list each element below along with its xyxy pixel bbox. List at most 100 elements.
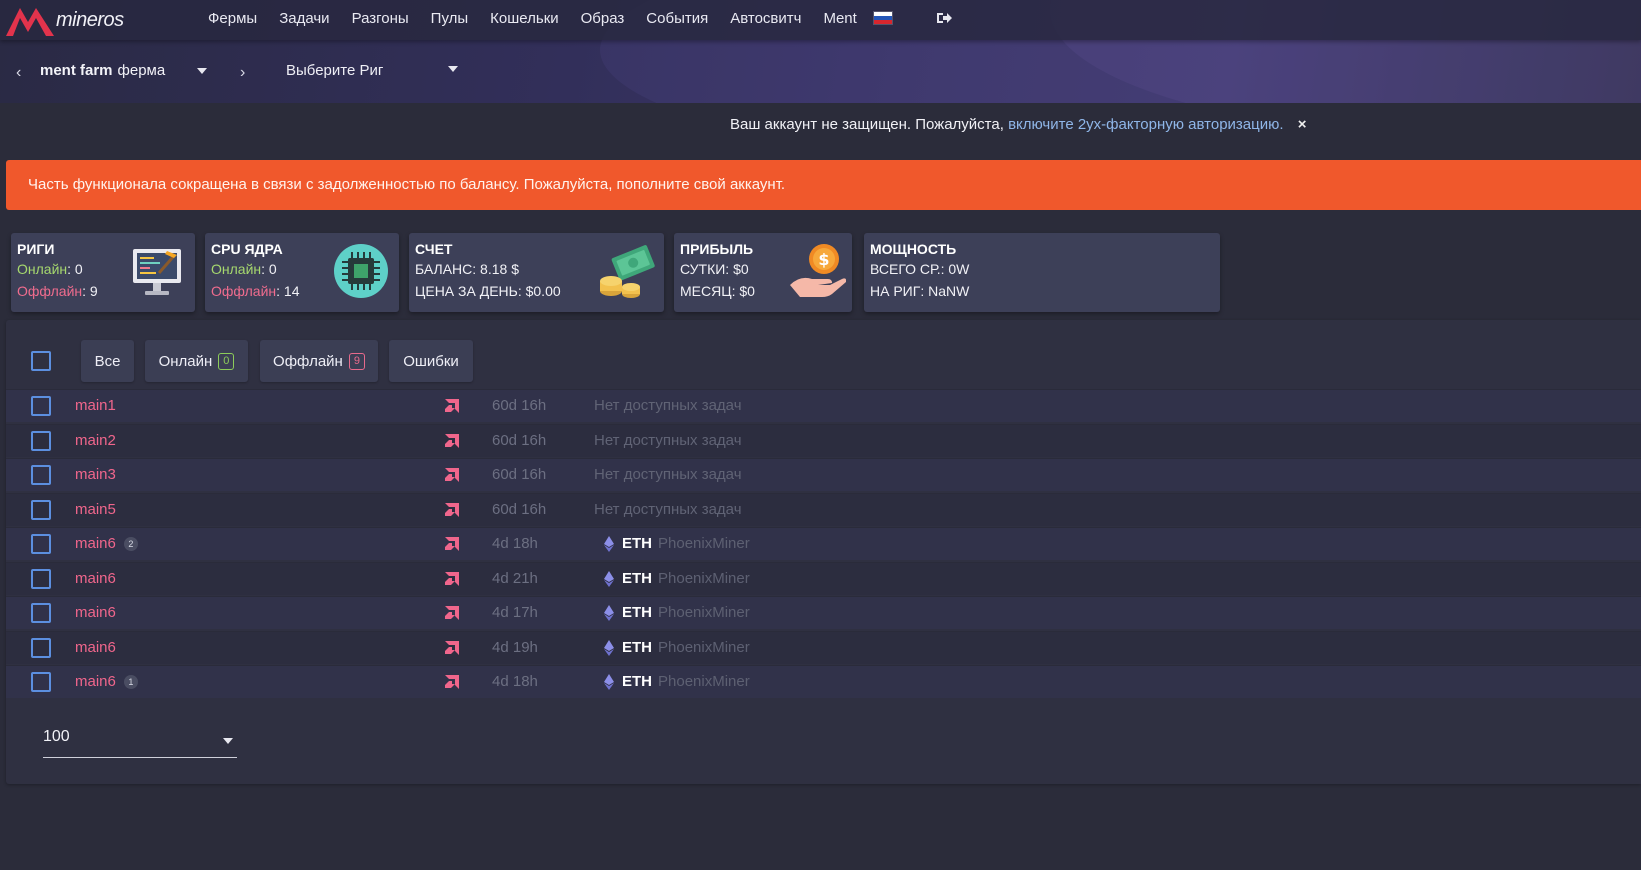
filter-offline-button[interactable]: Оффлайн 9 [260,340,378,382]
rig-coin-info: ETH PhoenixMiner [604,535,750,552]
rig-name-link[interactable]: main6 [75,570,116,587]
filter-online-button[interactable]: Онлайн 0 [145,340,248,382]
page-size-select[interactable]: 100 [43,728,237,758]
logout-icon[interactable] [936,11,952,25]
amd-logo-icon [445,641,459,655]
balance-alert: Часть функционала сокращена в связи с за… [6,160,1641,210]
filter-offline-label: Оффлайн [273,352,343,370]
online-count-badge: 0 [218,352,235,370]
power-per-rig: НА РИГ: NaNW [870,283,970,299]
ethereum-icon [604,570,614,587]
nav-item-wallets[interactable]: Кошельки [490,10,558,27]
next-farm-arrow-icon[interactable]: › [240,64,245,82]
rig-row-checkbox[interactable] [31,396,51,416]
chevron-down-icon [197,67,208,74]
farm-name: ment farm [40,62,113,79]
rig-name-link[interactable]: main3 [75,466,116,483]
farm-select[interactable]: ment farm ферма [40,62,208,79]
rig-coin-info: ETH PhoenixMiner [604,673,750,690]
security-notice-text: Ваш аккаунт не защищен. Пожалуйста, [730,116,1004,133]
filter-all-button[interactable]: Все [81,340,134,382]
offline-value: : 9 [82,283,98,299]
rig-row-checkbox[interactable] [31,465,51,485]
rig-name-text: main5 [75,501,116,518]
rig-name-link[interactable]: main2 [75,432,116,449]
rig-name-link[interactable]: main6 1 [75,673,138,690]
rig-row[interactable]: main6 2 4d 18h ETH PhoenixMiner [6,527,1641,560]
nav-item-user[interactable]: Ment [823,10,856,27]
profit-card: ПРИБЫЛЬ СУТКИ: $0 МЕСЯЦ: $0 $ [674,233,852,312]
prev-farm-arrow-icon[interactable]: ‹ [16,64,21,82]
nav-item-autoswitch[interactable]: Автосвитч [730,10,801,27]
rig-row-checkbox[interactable] [31,638,51,658]
ethereum-icon [604,639,614,656]
rig-task-status: Нет доступных задач [594,397,742,414]
coin-name: ETH [622,535,652,552]
rig-row-checkbox[interactable] [31,672,51,692]
nav-item-pools[interactable]: Пулы [431,10,469,27]
rig-name-link[interactable]: main1 [75,397,116,414]
offline-count-badge: 9 [348,352,365,370]
mineros-logo-icon [6,8,54,36]
rig-name-link[interactable]: main5 [75,501,116,518]
nav-item-image[interactable]: Образ [581,10,625,27]
hand-coin-icon: $ [790,244,846,297]
rig-row-checkbox[interactable] [31,603,51,623]
farm-suffix: ферма [117,62,166,79]
rig-uptime: 60d 16h [492,432,547,449]
rig-select[interactable]: Выберите Риг [286,62,458,79]
farm-selector-bar: ‹ ment farm ферма › Выберите Риг [0,42,1641,102]
power-total: ВСЕГО СР.: 0W [870,261,970,277]
navbar: mineros Фермы Задачи Разгоны Пулы Кошель… [0,0,1641,40]
enable-2fa-link[interactable]: включите 2ух-факторную авторизацию. [1008,116,1283,133]
amd-logo-icon [445,399,459,413]
rig-uptime: 4d 18h [492,535,538,552]
miner-name: PhoenixMiner [658,673,750,690]
nav-item-events[interactable]: События [646,10,708,27]
coin-name: ETH [622,570,652,587]
filter-online-label: Онлайн [158,352,213,370]
select-all-checkbox[interactable] [31,351,51,371]
close-icon[interactable]: × [1298,116,1307,133]
rig-name-link[interactable]: main6 [75,639,116,656]
chevron-down-icon [447,66,458,72]
rig-name-link[interactable]: main6 2 [75,535,138,552]
rig-row-checkbox[interactable] [31,534,51,554]
russian-flag-icon[interactable] [872,11,893,25]
offline-label: Оффлайн [211,283,277,299]
rig-row[interactable]: main6 4d 19h ETH PhoenixMiner [6,631,1641,664]
rig-row[interactable]: main1 60d 16h Нет доступных задач [6,389,1641,422]
rig-row-checkbox[interactable] [31,431,51,451]
rig-row[interactable]: main6 1 4d 18h ETH PhoenixMiner [6,665,1641,698]
filter-errors-button[interactable]: Ошибки [389,340,473,382]
rig-row-checkbox[interactable] [31,569,51,589]
rig-row[interactable]: main6 4d 21h ETH PhoenixMiner [6,562,1641,595]
balance-alert-text: Часть функционала сокращена в связи с за… [28,176,786,193]
nav-item-overclocks[interactable]: Разгоны [352,10,409,27]
rig-row[interactable]: main2 60d 16h Нет доступных задач [6,424,1641,457]
rig-row[interactable]: main6 4d 17h ETH PhoenixMiner [6,596,1641,629]
nav-item-tasks[interactable]: Задачи [279,10,329,27]
rig-row-checkbox[interactable] [31,500,51,520]
rig-uptime: 60d 16h [492,397,547,414]
rig-row[interactable]: main3 60d 16h Нет доступных задач [6,458,1641,491]
account-card: СЧЕТ БАЛАНС: 8.18 $ ЦЕНА ЗА ДЕНЬ: $0.00 [409,233,664,312]
rig-row[interactable]: main5 60d 16h Нет доступных задач [6,493,1641,526]
miner-name: PhoenixMiner [658,604,750,621]
rig-uptime: 4d 18h [492,673,538,690]
power-card: МОЩНОСТЬ ВСЕГО СР.: 0W НА РИГ: NaNW [864,233,1220,312]
rig-name-text: main6 [75,639,116,656]
offline-value: : 14 [276,283,300,299]
amd-logo-icon [445,572,459,586]
rig-name-link[interactable]: main6 [75,604,116,621]
amd-logo-icon [445,606,459,620]
logo[interactable]: mineros [6,4,124,36]
rig-coin-info: ETH PhoenixMiner [604,604,750,621]
ethereum-icon [604,604,614,621]
nav-item-farms[interactable]: Фермы [208,10,257,27]
filter-errors-label: Ошибки [403,352,459,370]
coin-name: ETH [622,639,652,656]
rig-name-text: main6 [75,535,116,552]
online-label: Онлайн [211,261,262,277]
rig-coin-info: ETH PhoenixMiner [604,639,750,656]
